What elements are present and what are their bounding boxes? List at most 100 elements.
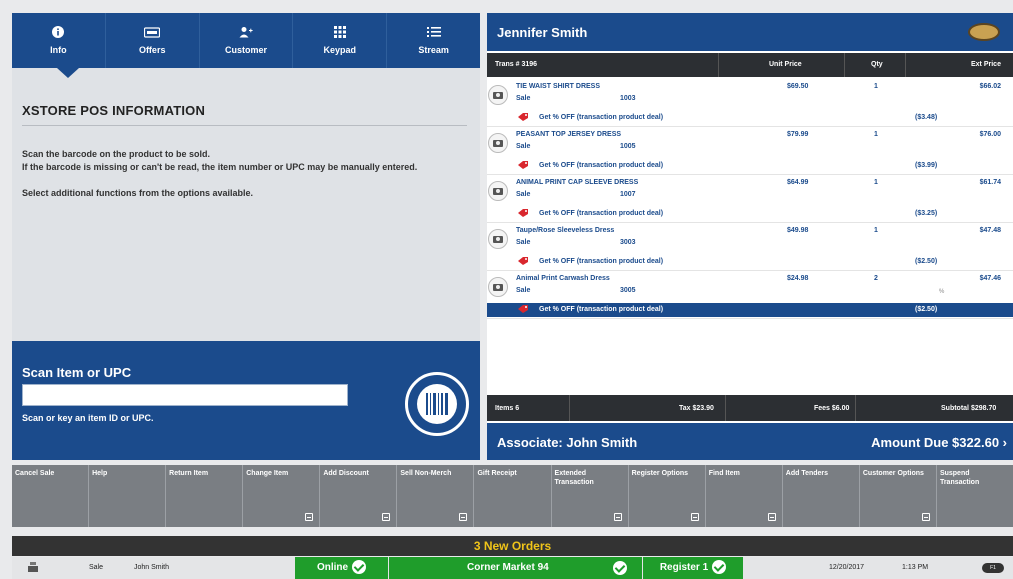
deal-text: Get % OFF (transaction product deal) xyxy=(539,258,664,265)
item-unit-price: $79.99 xyxy=(787,131,809,138)
button-label: Change Item xyxy=(246,470,289,477)
button-label: Sell Non-Merch xyxy=(400,470,452,477)
online-status[interactable]: Online xyxy=(295,557,388,579)
change-item-button[interactable]: Change Item xyxy=(243,465,321,527)
register-status[interactable]: Register 1 xyxy=(643,557,743,579)
totals-bar: Items 6 Tax $23.90 Fees $6.00 Subtotal $… xyxy=(487,395,1013,421)
function-toggle[interactable]: F1 xyxy=(982,563,1004,573)
store-status[interactable]: Corner Market 94 xyxy=(389,557,642,579)
tab-offers[interactable]: Offers xyxy=(106,13,200,68)
item-name: TIE WAIST SHIRT DRESS xyxy=(516,83,601,90)
info-line-3: Select additional functions from the opt… xyxy=(22,188,254,198)
find-item-button[interactable]: Find Item xyxy=(705,465,783,527)
offers-icon xyxy=(144,26,161,40)
divider xyxy=(22,125,467,126)
line-item[interactable]: Taupe/Rose Sleeveless Dress Sale 3003 $4… xyxy=(487,223,1013,271)
item-sku: 1003 xyxy=(620,95,636,102)
deal-text: Get % OFF (transaction product deal) xyxy=(539,114,664,121)
item-qty: 1 xyxy=(874,179,878,186)
deal-row[interactable]: Get % OFF (transaction product deal) ($2… xyxy=(487,255,1013,269)
suspend-transaction-button[interactable]: Suspend Transaction xyxy=(936,465,1013,527)
register-label: Register 1 xyxy=(659,562,709,573)
brand-logo xyxy=(968,23,1000,41)
item-type: Sale xyxy=(516,143,531,150)
line-item[interactable]: TIE WAIST SHIRT DRESS Sale 1003 $69.50 1… xyxy=(487,79,1013,127)
add-discount-button[interactable]: Add Discount xyxy=(320,465,398,527)
item-sku: 3005 xyxy=(620,287,636,294)
camera-icon xyxy=(488,181,508,201)
status-bar: Sale John Smith Online Corner Market 94 … xyxy=(12,557,1013,579)
extended-transaction-button[interactable]: Extended Transaction xyxy=(551,465,629,527)
button-label: Gift Receipt xyxy=(477,470,517,477)
item-type: Sale xyxy=(516,191,531,198)
tab-keypad[interactable]: Keypad xyxy=(293,13,388,68)
fees-total: Fees $6.00 xyxy=(814,405,850,412)
scan-input[interactable] xyxy=(22,384,348,406)
deal-row-selected[interactable]: Get % OFF (transaction product deal) ($2… xyxy=(487,303,1013,317)
amount-due-button[interactable]: Amount Due $322.60 › xyxy=(871,435,1007,450)
status-mode: Sale xyxy=(89,564,104,571)
camera-icon xyxy=(488,133,508,153)
trans-number: Trans # 3196 xyxy=(495,61,538,68)
item-ext-price: $47.46 xyxy=(979,275,1001,282)
deal-text: Get % OFF (transaction product deal) xyxy=(539,306,664,313)
sell-non-merch-button[interactable]: Sell Non-Merch xyxy=(397,465,475,527)
button-label: Add Tenders xyxy=(785,470,829,477)
return-item-button[interactable]: Return Item xyxy=(166,465,244,527)
line-item[interactable]: PEASANT TOP JERSEY DRESS Sale 1005 $79.9… xyxy=(487,127,1013,175)
customer-name[interactable]: Jennifer Smith xyxy=(497,25,587,40)
status-date: 12/20/2017 xyxy=(829,564,865,571)
help-button[interactable]: Help xyxy=(89,465,167,527)
gift-receipt-button[interactable]: Gift Receipt xyxy=(474,465,552,527)
transaction-footer: Associate: John Smith Amount Due $322.60… xyxy=(487,423,1013,460)
line-item[interactable]: Animal Print Carwash Dress Sale 3005 $24… xyxy=(487,271,1013,319)
discount-mark: % xyxy=(939,289,945,295)
tab-stream-label: Stream xyxy=(418,45,449,55)
tab-info[interactable]: Info xyxy=(12,13,106,68)
status-user: John Smith xyxy=(134,564,170,571)
deal-row[interactable]: Get % OFF (transaction product deal) ($3… xyxy=(487,111,1013,125)
customer-options-button[interactable]: Customer Options xyxy=(859,465,937,527)
deal-row[interactable]: Get % OFF (transaction product deal) ($3… xyxy=(487,159,1013,173)
customer-icon xyxy=(239,26,253,40)
item-name: Taupe/Rose Sleeveless Dress xyxy=(516,227,615,234)
check-icon xyxy=(712,560,727,575)
deal-amount: ($2.50) xyxy=(915,258,938,265)
cancel-sale-button[interactable]: Cancel Sale xyxy=(12,465,90,527)
add-tenders-button[interactable]: Add Tenders xyxy=(782,465,860,527)
col-ext-price: Ext Price xyxy=(971,61,1001,68)
deal-tag-icon xyxy=(518,113,528,121)
line-item[interactable]: ANIMAL PRINT CAP SLEEVE DRESS Sale 1007 … xyxy=(487,175,1013,223)
online-label: Online xyxy=(316,562,349,573)
new-orders-banner[interactable]: 3 New Orders xyxy=(12,536,1013,556)
menu-icon xyxy=(382,513,391,521)
info-title: XSTORE POS INFORMATION xyxy=(22,103,206,118)
check-icon xyxy=(352,560,367,575)
tab-stream[interactable]: Stream xyxy=(387,13,480,68)
button-label: Return Item xyxy=(169,470,209,477)
stream-icon xyxy=(426,26,441,40)
item-qty: 1 xyxy=(874,227,878,234)
button-label: Find Item xyxy=(708,470,740,477)
tax-total: Tax $23.90 xyxy=(679,405,714,412)
deal-tag-icon xyxy=(518,257,528,265)
barcode-scan-button[interactable] xyxy=(405,372,469,436)
column-header: Trans # 3196 Unit Price Qty Ext Price xyxy=(487,53,1013,77)
deal-text: Get % OFF (transaction product deal) xyxy=(539,210,664,217)
item-ext-price: $61.74 xyxy=(979,179,1001,186)
button-label: Extended Transaction xyxy=(554,470,594,486)
info-icon xyxy=(52,26,65,40)
menu-icon xyxy=(459,513,468,521)
info-line-1: Scan the barcode on the product to be so… xyxy=(22,149,211,159)
menu-icon xyxy=(921,513,930,521)
deal-row[interactable]: Get % OFF (transaction product deal) ($3… xyxy=(487,207,1013,221)
item-type: Sale xyxy=(516,239,531,246)
deal-tag-icon xyxy=(518,161,528,169)
deal-amount: ($3.48) xyxy=(915,114,938,121)
item-qty: 1 xyxy=(874,131,878,138)
tab-customer[interactable]: Customer xyxy=(200,13,294,68)
item-ext-price: $47.48 xyxy=(979,227,1001,234)
deal-amount: ($3.99) xyxy=(915,162,938,169)
scan-hint: Scan or key an item ID or UPC. xyxy=(22,413,154,423)
register-options-button[interactable]: Register Options xyxy=(628,465,706,527)
